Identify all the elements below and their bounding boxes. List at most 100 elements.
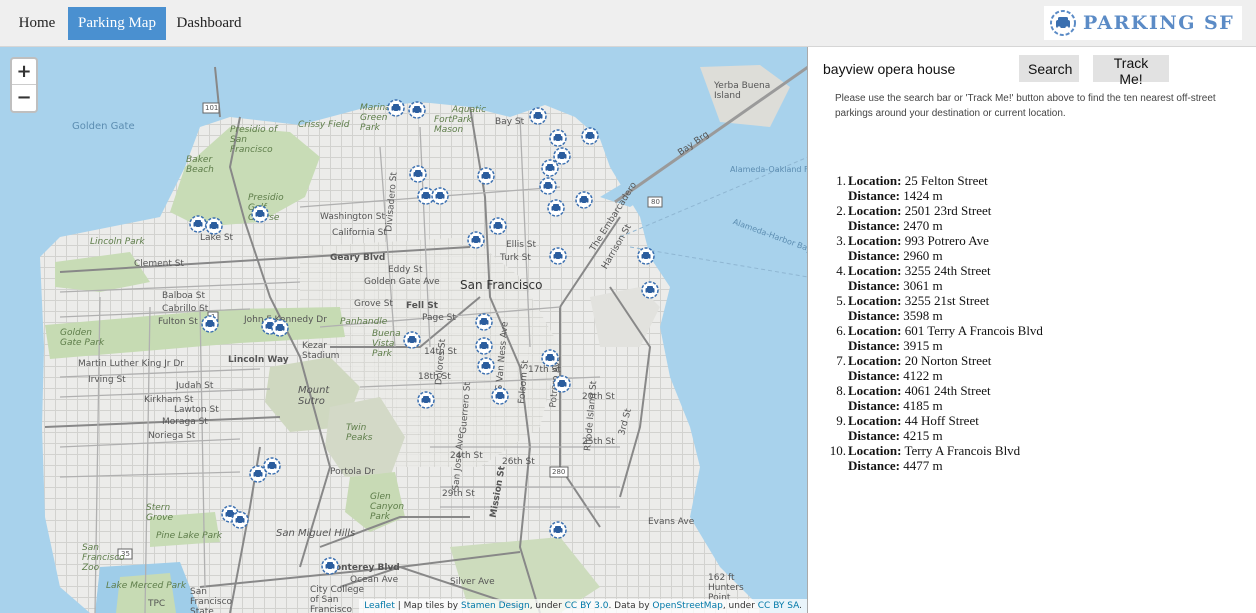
label-washington-st: Washington St (320, 212, 385, 222)
parking-marker-car-parking-icon[interactable] (417, 391, 435, 409)
parking-marker-car-parking-icon[interactable] (637, 247, 655, 265)
label-mount-sutro: Mount Sutro (298, 385, 330, 407)
parking-marker-car-parking-icon[interactable] (475, 313, 493, 331)
parking-marker-car-parking-icon[interactable] (467, 231, 485, 249)
nav-parking-map-link[interactable]: Parking Map (68, 7, 166, 40)
label-29th-st: 29th St (442, 489, 475, 499)
search-button[interactable]: Search (1019, 55, 1079, 82)
parking-marker-car-parking-icon[interactable] (477, 357, 495, 375)
label-tpc: TPC (148, 599, 166, 609)
parking-marker-car-parking-icon[interactable] (387, 99, 405, 117)
result-location-label: Location: (848, 233, 902, 248)
result-distance-row: Distance: 1424 m (829, 188, 1229, 203)
label-golden-gate-park: Golden Gate Park (60, 328, 105, 348)
label-panhandle: Panhandle (340, 317, 388, 327)
parking-marker-car-parking-icon[interactable] (549, 247, 567, 265)
label-pine-lake: Pine Lake Park (156, 531, 223, 541)
label-kirkham-st: Kirkham St (144, 395, 194, 405)
result-location-label: Location: (848, 353, 902, 368)
parking-marker-car-parking-icon[interactable] (539, 177, 557, 195)
parking-marker-car-parking-icon[interactable] (575, 191, 593, 209)
result-item[interactable]: 5. Location: 3255 21st Street (829, 293, 1229, 308)
label-14th-st: 14th St (424, 347, 457, 357)
parking-marker-car-parking-icon[interactable] (431, 187, 449, 205)
parking-marker-car-parking-icon[interactable] (231, 511, 249, 529)
result-item[interactable]: 6. Location: 601 Terry A Francois Blvd (829, 323, 1229, 338)
parking-marker-car-parking-icon[interactable] (403, 331, 421, 349)
parking-marker-car-parking-icon[interactable] (251, 205, 269, 223)
parking-marker-car-parking-icon[interactable] (549, 129, 567, 147)
parking-map[interactable]: 101 1 35 80 280 Golden Gate Yerba Buena … (0, 47, 808, 613)
top-navbar: Home Parking Map Dashboard PARKING SF (0, 0, 1256, 47)
result-location: 44 Hoff Street (904, 413, 979, 428)
result-item[interactable]: 4. Location: 3255 24th Street (829, 263, 1229, 278)
result-location: 3255 21st Street (904, 293, 990, 308)
parking-marker-car-parking-icon[interactable] (201, 315, 219, 333)
result-item[interactable]: 2. Location: 2501 23rd Street (829, 203, 1229, 218)
parking-marker-car-parking-icon[interactable] (249, 465, 267, 483)
parking-marker-car-parking-icon[interactable] (553, 375, 571, 393)
nav-dashboard-link[interactable]: Dashboard (168, 7, 250, 40)
result-number: 8. (836, 383, 846, 398)
parking-marker-car-parking-icon[interactable] (529, 107, 547, 125)
parking-marker-car-parking-icon[interactable] (408, 101, 426, 119)
label-sf-state: San Francisco State (190, 587, 233, 613)
zoom-in-button[interactable]: + (12, 59, 36, 85)
label-moraga-st: Moraga St (162, 417, 208, 427)
label-eddy-st: Eddy St (388, 265, 423, 275)
parking-marker-car-parking-icon[interactable] (271, 319, 289, 337)
result-distance-row: Distance: 3915 m (829, 338, 1229, 353)
label-baker-beach: Baker Beach (186, 155, 214, 175)
result-location: 601 Terry A Francois Blvd (904, 323, 1043, 338)
label-crissy-field: Crissy Field (298, 120, 350, 130)
parking-marker-car-parking-icon[interactable] (475, 337, 493, 355)
label-portola-dr: Portola Dr (330, 467, 375, 477)
nav-home-link[interactable]: Home (8, 7, 66, 40)
parking-marker-car-parking-icon[interactable] (477, 167, 495, 185)
parking-marker-car-parking-icon[interactable] (409, 165, 427, 183)
nearest-parking-results: 1. Location: 25 Felton Street Distance: 14… (829, 173, 1229, 473)
attrib-under-text: , under (529, 601, 565, 611)
result-location-label: Location: (848, 173, 902, 188)
brand-logo[interactable]: PARKING SF (1044, 6, 1242, 40)
result-location-label: Location: (848, 383, 902, 398)
label-18th-st: 18th St (418, 372, 451, 382)
destination-search-input[interactable] (823, 57, 1013, 81)
parking-marker-car-parking-icon[interactable] (541, 159, 559, 177)
osm-link[interactable]: OpenStreetMap (652, 601, 722, 611)
result-item[interactable]: 1. Location: 25 Felton Street (829, 173, 1229, 188)
parking-marker-car-parking-icon[interactable] (547, 199, 565, 217)
result-location: Terry A Francois Blvd (904, 443, 1021, 458)
result-item[interactable]: 10. Location: Terry A Francois Blvd (829, 443, 1229, 458)
result-number: 3. (836, 233, 846, 248)
result-item[interactable]: 9. Location: 44 Hoff Street (829, 413, 1229, 428)
stamen-link[interactable]: Stamen Design (461, 601, 530, 611)
result-item[interactable]: 8. Location: 4061 24th Street (829, 383, 1229, 398)
parking-marker-car-parking-icon[interactable] (549, 521, 567, 539)
parking-marker-car-parking-icon[interactable] (489, 217, 507, 235)
result-distance-label: Distance: (848, 308, 900, 323)
parking-marker-car-parking-icon[interactable] (581, 127, 599, 145)
label-mlk-dr: Martin Luther King Jr Dr (78, 359, 184, 369)
result-distance: 4477 m (903, 458, 943, 473)
label-26th-st: 26th St (502, 457, 535, 467)
result-item[interactable]: 7. Location: 20 Norton Street (829, 353, 1229, 368)
leaflet-link[interactable]: Leaflet (364, 601, 395, 611)
cc-by-link[interactable]: CC BY 3.0 (565, 601, 609, 611)
zoom-out-button[interactable]: − (12, 85, 36, 111)
parking-marker-car-parking-icon[interactable] (541, 349, 559, 367)
label-irving-st: Irving St (88, 375, 126, 385)
parking-marker-car-parking-icon[interactable] (205, 217, 223, 235)
parking-marker-car-parking-icon[interactable] (321, 557, 339, 575)
parking-marker-car-parking-icon[interactable] (641, 281, 659, 299)
track-me-button[interactable]: Track Me! (1093, 55, 1169, 87)
parking-marker-car-parking-icon[interactable] (491, 387, 509, 405)
result-distance-label: Distance: (848, 248, 900, 263)
result-item[interactable]: 3. Location: 993 Potrero Ave (829, 233, 1229, 248)
result-distance-label: Distance: (848, 218, 900, 233)
result-number: 4. (836, 263, 846, 278)
result-distance-row: Distance: 4477 m (829, 458, 1229, 473)
label-fulton-st: Fulton St (158, 317, 198, 327)
cc-by-sa-link[interactable]: CC BY SA (758, 601, 799, 611)
result-location: 20 Norton Street (904, 353, 992, 368)
